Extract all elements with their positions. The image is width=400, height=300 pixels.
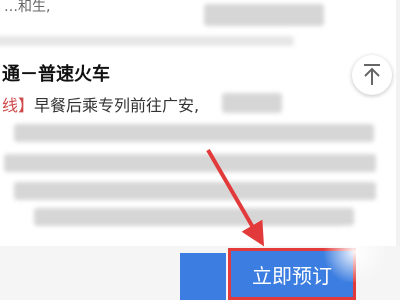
screen: …和生, 通－普速火车 线】早餐后乘专列前往广安, 立即预订 (0, 0, 400, 300)
scroll-top-button[interactable] (352, 55, 392, 95)
blurred-text (14, 124, 374, 142)
blurred-text (204, 4, 324, 26)
blurred-text (4, 154, 376, 172)
content-card: …和生, 通－普速火车 线】早餐后乘专列前往广安, (0, 0, 396, 246)
blurred-text (34, 208, 354, 226)
arrow-up-icon (364, 64, 380, 85)
watermark-glow (320, 222, 390, 282)
bottom-left-action[interactable] (180, 253, 226, 300)
top-text-fragment: …和生, (4, 0, 51, 15)
description-text: 早餐后乘专列前往广安, (34, 96, 200, 115)
section-title: 通－普速火车 (2, 64, 110, 85)
description-bracket: 线】 (2, 96, 35, 115)
blurred-text (14, 182, 376, 200)
description-line: 线】早餐后乘专列前往广安, (2, 92, 199, 116)
blurred-text (0, 36, 294, 46)
blurred-text (222, 93, 282, 113)
